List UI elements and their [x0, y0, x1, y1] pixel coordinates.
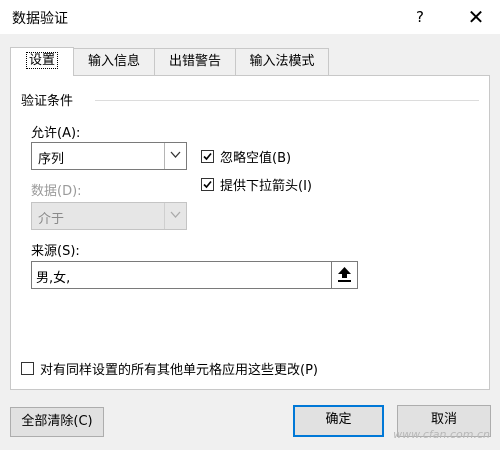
collapse-dialog-icon [338, 267, 351, 282]
data-dropdown-button [164, 203, 186, 229]
clear-all-button[interactable]: 全部清除(C) [10, 407, 104, 437]
in-cell-dropdown-label: 提供下拉箭头(I) [220, 179, 312, 194]
checkmark-icon [203, 180, 212, 189]
in-cell-dropdown-checkbox[interactable]: 提供下拉箭头(I) [201, 175, 312, 194]
data-value: 介于 [38, 212, 65, 227]
ignore-blank-label: 忽略空值(B) [220, 151, 292, 166]
apply-all-box[interactable] [21, 362, 34, 375]
dialog-title: 数据验证 [12, 11, 68, 27]
in-cell-dropdown-box[interactable] [201, 178, 214, 191]
tab-input-message[interactable]: 输入信息 [73, 48, 155, 75]
close-button[interactable]: ✕ [462, 4, 490, 30]
source-input[interactable]: 男,女, [31, 261, 358, 289]
tab-error-alert[interactable]: 出错警告 [154, 48, 236, 75]
data-label: 数据(D): [31, 184, 82, 199]
source-label: 来源(S): [31, 244, 80, 259]
group-divider [95, 100, 479, 101]
collapse-dialog-button[interactable] [331, 262, 357, 288]
help-button[interactable]: ? [408, 5, 432, 29]
chevron-down-icon [170, 211, 181, 218]
allow-dropdown-button[interactable] [164, 143, 186, 169]
ignore-blank-box[interactable] [201, 150, 214, 163]
title-bar: 数据验证 ? ✕ [0, 0, 500, 34]
allow-select[interactable]: 序列 [31, 142, 187, 170]
allow-label: 允许(A): [31, 126, 81, 141]
watermark: www.cfan.com.cn [393, 428, 490, 441]
apply-all-label: 对有同样设置的所有其他单元格应用这些更改(P) [40, 363, 318, 378]
tab-settings[interactable]: 设置 [10, 47, 74, 76]
source-value: 男,女, [36, 271, 71, 286]
tab-ime-mode[interactable]: 输入法模式 [235, 48, 329, 75]
chevron-down-icon [170, 151, 181, 158]
apply-all-checkbox[interactable]: 对有同样设置的所有其他单元格应用这些更改(P) [21, 359, 318, 378]
data-select: 介于 [31, 202, 187, 230]
ignore-blank-checkbox[interactable]: 忽略空值(B) [201, 147, 291, 166]
data-validation-dialog: 数据验证 ? ✕ 设置 输入信息 出错警告 输入法模式 验证条件 允许(A): … [0, 0, 500, 450]
settings-panel: 验证条件 允许(A): 序列 忽略空值(B) 提供下拉箭头(I) 数据(D): … [10, 75, 490, 390]
checkmark-icon [203, 152, 212, 161]
validation-criteria-title: 验证条件 [21, 94, 74, 109]
allow-value: 序列 [38, 152, 65, 167]
ok-button[interactable]: 确定 [293, 405, 384, 437]
